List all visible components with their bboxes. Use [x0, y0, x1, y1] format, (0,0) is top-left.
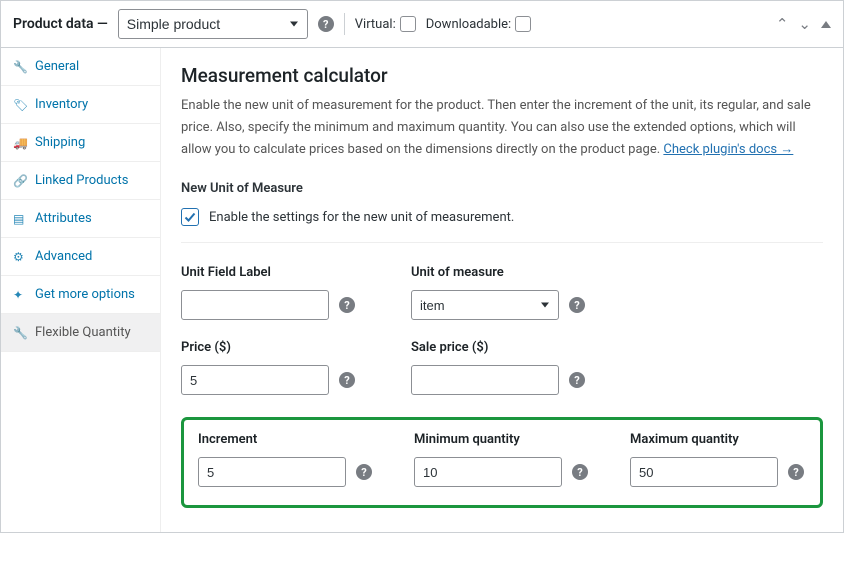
help-icon[interactable]: ?	[339, 372, 355, 388]
sidebar-item-label: Advanced	[35, 249, 92, 264]
docs-link[interactable]: Check plugin's docs →	[663, 142, 793, 157]
downloadable-label-text: Downloadable:	[426, 17, 511, 32]
sidebar-item-attributes[interactable]: ▤ Attributes	[1, 200, 160, 238]
virtual-checkbox-label[interactable]: Virtual:	[355, 16, 416, 32]
help-icon[interactable]: ?	[788, 464, 804, 480]
move-down-icon[interactable]: ⌄	[798, 17, 811, 32]
sidebar-item-label: Inventory	[35, 97, 88, 112]
price-input[interactable]	[181, 365, 329, 395]
wrench-icon: 🔧	[13, 326, 27, 340]
list-icon: ▤	[13, 212, 27, 226]
increment-label: Increment	[198, 432, 374, 447]
collapse-icon[interactable]	[821, 21, 831, 28]
content: Measurement calculator Enable the new un…	[161, 48, 843, 532]
enable-checkbox[interactable]	[181, 208, 199, 226]
sidebar-item-label: Flexible Quantity	[35, 325, 131, 340]
downloadable-checkbox[interactable]	[515, 16, 531, 32]
max-qty-label: Maximum quantity	[630, 432, 806, 447]
help-icon[interactable]: ?	[339, 297, 355, 313]
gear-icon: ⚙	[13, 250, 27, 264]
wrench-icon: 🔧	[13, 60, 27, 74]
move-up-icon[interactable]: ⌃	[776, 17, 789, 32]
price-label: Price ($)	[181, 340, 363, 355]
virtual-checkbox[interactable]	[400, 16, 416, 32]
panel-header: Product data — Simple product ? Virtual:…	[1, 0, 843, 48]
sidebar-item-shipping[interactable]: 🚚 Shipping	[1, 124, 160, 162]
sidebar-item-label: Shipping	[35, 135, 85, 150]
link-icon: 🔗	[13, 174, 27, 188]
sidebar-item-linked-products[interactable]: 🔗 Linked Products	[1, 162, 160, 200]
unit-field-label-label: Unit Field Label	[181, 265, 363, 280]
new-unit-heading: New Unit of Measure	[181, 181, 823, 196]
product-type-select[interactable]: Simple product	[118, 9, 308, 39]
help-icon[interactable]: ?	[356, 464, 372, 480]
unit-of-measure-label: Unit of measure	[411, 265, 593, 280]
unit-field-label-input[interactable]	[181, 290, 329, 320]
sidebar-item-label: Linked Products	[35, 173, 128, 188]
panel-title: Product data —	[13, 16, 108, 32]
increment-input[interactable]	[198, 457, 346, 487]
downloadable-checkbox-label[interactable]: Downloadable:	[426, 16, 531, 32]
virtual-label-text: Virtual:	[355, 17, 396, 32]
sidebar-item-flexible-quantity[interactable]: 🔧 Flexible Quantity	[1, 314, 160, 352]
sidebar-item-label: Attributes	[35, 211, 92, 226]
sidebar-item-get-more-options[interactable]: ✦ Get more options	[1, 276, 160, 314]
sidebar-item-label: General	[35, 59, 79, 74]
sidebar-item-label: Get more options	[35, 287, 135, 302]
sale-price-input[interactable]	[411, 365, 559, 395]
max-qty-input[interactable]	[630, 457, 778, 487]
sidebar-item-general[interactable]: 🔧 General	[1, 48, 160, 86]
help-icon[interactable]: ?	[569, 372, 585, 388]
sidebar: 🔧 General 🏷 Inventory 🚚 Shipping 🔗 Linke…	[1, 48, 161, 532]
sidebar-item-inventory[interactable]: 🏷 Inventory	[1, 86, 160, 124]
truck-icon: 🚚	[13, 136, 27, 150]
help-icon[interactable]: ?	[569, 297, 585, 313]
enable-label: Enable the settings for the new unit of …	[209, 210, 514, 225]
divider	[344, 13, 345, 35]
spark-icon: ✦	[13, 288, 27, 302]
content-heading: Measurement calculator	[181, 64, 823, 87]
sale-price-label: Sale price ($)	[411, 340, 593, 355]
content-description: Enable the new unit of measurement for t…	[181, 95, 823, 161]
help-icon[interactable]: ?	[572, 464, 588, 480]
sidebar-item-advanced[interactable]: ⚙ Advanced	[1, 238, 160, 276]
help-icon[interactable]: ?	[318, 16, 334, 32]
highlight-box: Increment ? Minimum quantity ?	[181, 417, 823, 508]
min-qty-input[interactable]	[414, 457, 562, 487]
min-qty-label: Minimum quantity	[414, 432, 590, 447]
unit-of-measure-select[interactable]: item	[411, 290, 559, 320]
tag-icon: 🏷	[13, 98, 27, 112]
